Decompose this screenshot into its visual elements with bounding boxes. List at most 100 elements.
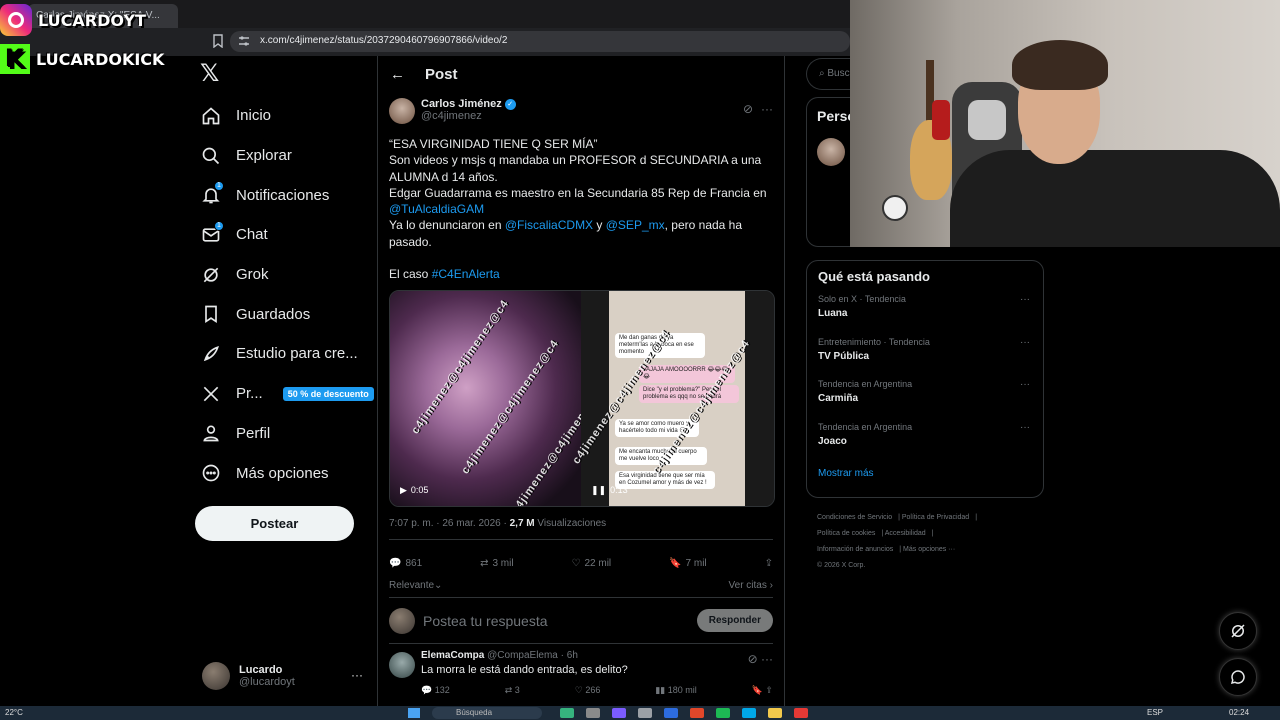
- nav-item-notificaciones[interactable]: 1 Notificaciones: [200, 175, 376, 215]
- bookmark-icon[interactable]: [212, 34, 224, 48]
- bookmark-icon: 🔖: [751, 685, 763, 696]
- repost-icon: ⇄: [480, 557, 489, 569]
- more-icon[interactable]: ···: [1020, 422, 1030, 433]
- footer-link[interactable]: Información de anuncios: [817, 546, 893, 553]
- nav-label: Estudio para cre...: [236, 345, 358, 363]
- grok-icon[interactable]: ⊘: [748, 652, 758, 666]
- nav-item-explorar[interactable]: Explorar: [200, 136, 376, 176]
- reply-tweet[interactable]: ElemaCompa @CompaElema · 6h ⊘ ··· La mor…: [389, 644, 773, 702]
- reply-submit-button[interactable]: Responder: [696, 609, 773, 633]
- repost-button[interactable]: ⇄ 3 mil: [480, 558, 514, 569]
- tweet-actions: ⊘ ···: [743, 102, 773, 116]
- pause-icon[interactable]: ❚❚: [591, 485, 606, 496]
- reply-repost-button[interactable]: ⇄ 3: [505, 685, 520, 696]
- like-button[interactable]: ♡ 22 mil: [572, 558, 612, 569]
- repost-count: 3 mil: [492, 557, 514, 569]
- messages-fab-button[interactable]: [1219, 658, 1257, 696]
- app-icon[interactable]: [586, 708, 600, 718]
- windows-start-icon[interactable]: [408, 708, 420, 718]
- brave-icon[interactable]: [690, 708, 704, 718]
- reply-like-button[interactable]: ♡ 266: [575, 685, 601, 696]
- nav-item-inicio[interactable]: Inicio: [200, 96, 376, 136]
- app-icon[interactable]: [560, 708, 574, 718]
- app-icon[interactable]: [638, 708, 652, 718]
- grok-fab-button[interactable]: [1219, 612, 1257, 650]
- bookmark-button[interactable]: 🔖 7 mil: [669, 558, 707, 569]
- post-button[interactable]: Postear: [195, 506, 354, 541]
- nav-item-grok[interactable]: Grok: [200, 255, 376, 295]
- taskbar: 22°C Búsqueda ESP 02:24: [0, 706, 1280, 720]
- nav-item-premium[interactable]: Pr... 50 % de descuento: [200, 374, 376, 414]
- reply-bookmark-button[interactable]: 🔖 ⇪: [752, 685, 773, 696]
- reply-count: 132: [434, 685, 450, 696]
- home-icon: [200, 105, 222, 127]
- tweet-text: “ESA VIRGINIDAD TIENE Q SER MÍA” Son vid…: [389, 136, 773, 282]
- back-arrow-icon[interactable]: ←: [390, 66, 405, 83]
- reply-reply-button[interactable]: 💬 132: [421, 685, 450, 696]
- reply-author-name[interactable]: ElemaCompa: [421, 650, 484, 661]
- mention-link[interactable]: @SEP_mx: [606, 218, 665, 232]
- mention-link[interactable]: @TuAlcaldiaGAM: [389, 202, 484, 216]
- nav-item-mas-opciones[interactable]: Más opciones: [200, 453, 376, 493]
- app-icon[interactable]: [794, 708, 808, 718]
- trend-item[interactable]: Solo en X · Tendencia Luana ···: [818, 294, 1032, 337]
- trend-item[interactable]: Entretenimiento · Tendencia TV Pública ·…: [818, 337, 1032, 380]
- app-icon[interactable]: [742, 708, 756, 718]
- nav-item-estudio[interactable]: Estudio para cre...: [200, 334, 376, 374]
- site-settings-icon[interactable]: [238, 35, 250, 47]
- grok-icon[interactable]: ⊘: [743, 102, 753, 116]
- video-controls: ❚❚ 0:13: [591, 485, 628, 496]
- video-2[interactable]: Me dan ganas de ya meterm'las a la boca …: [570, 291, 774, 507]
- play-icon[interactable]: ▶: [400, 485, 407, 496]
- reply-button[interactable]: 💬 861: [389, 558, 422, 569]
- view-quotes-link[interactable]: Ver citas ›: [729, 580, 773, 597]
- footer-link[interactable]: Condiciones de Servicio: [817, 514, 892, 521]
- avatar[interactable]: [817, 138, 845, 166]
- address-bar[interactable]: x.com/c4jimenez/status/20372904607969078…: [230, 31, 850, 52]
- tweet-timestamp[interactable]: 7:07 p. m. · 26 mar. 2026 ·: [389, 518, 510, 529]
- reply-avatar[interactable]: [389, 652, 415, 679]
- more-icon[interactable]: ···: [1020, 379, 1030, 390]
- more-icon[interactable]: ···: [761, 102, 773, 116]
- nav-label: Más opciones: [236, 464, 329, 482]
- reply-views[interactable]: ▮▮ 180 mil: [655, 685, 696, 696]
- more-icon[interactable]: ···: [1020, 294, 1030, 305]
- show-more-link[interactable]: Mostrar más: [818, 468, 1032, 479]
- clock[interactable]: 02:24: [1229, 708, 1249, 717]
- app-icon[interactable]: [664, 708, 678, 718]
- footer-link[interactable]: Accesibilidad: [885, 530, 926, 537]
- nav-item-guardados[interactable]: Guardados: [200, 294, 376, 334]
- share-icon[interactable]: ⇪: [765, 685, 773, 695]
- x-logo-icon[interactable]: 𝕏: [200, 62, 224, 86]
- spotify-icon[interactable]: [716, 708, 730, 718]
- more-icon[interactable]: ···: [351, 668, 363, 682]
- weather-widget[interactable]: 22°C: [5, 708, 23, 717]
- account-switcher[interactable]: Lucardo @lucardoyt ···: [202, 656, 367, 696]
- mention-link[interactable]: @FiscaliaCDMX: [505, 218, 593, 232]
- author-name-row[interactable]: Carlos Jiménez ✓: [421, 98, 516, 110]
- more-icon[interactable]: ···: [761, 652, 773, 666]
- hashtag-link[interactable]: #C4EnAlerta: [432, 267, 500, 281]
- author-avatar[interactable]: [389, 98, 415, 124]
- trend-title: Luana: [818, 308, 848, 319]
- sort-dropdown[interactable]: Relevante⌄: [389, 580, 442, 597]
- footer-link[interactable]: Política de Privacidad: [902, 514, 969, 521]
- more-icon[interactable]: ···: [1020, 337, 1030, 348]
- trend-item[interactable]: Tendencia en Argentina Carmiña ···: [818, 379, 1032, 422]
- nav-item-perfil[interactable]: Perfil: [200, 414, 376, 454]
- reply-icon: 💬: [421, 685, 433, 696]
- language-indicator[interactable]: ESP: [1147, 708, 1163, 717]
- nav-item-chat[interactable]: 1 Chat: [200, 215, 376, 255]
- tweet-line: Edgar Guadarrama es maestro en la Secund…: [389, 185, 767, 200]
- footer-link[interactable]: Más opciones ···: [903, 546, 955, 553]
- app-icon[interactable]: [612, 708, 626, 718]
- folder-icon[interactable]: [768, 708, 782, 718]
- taskbar-search[interactable]: Búsqueda: [432, 707, 542, 719]
- video-1[interactable]: c4jimenez@c4jimenez@c4 c4jimenez@c4jimen…: [390, 291, 611, 507]
- trend-item[interactable]: Tendencia en Argentina Joaco ···: [818, 422, 1032, 465]
- tweet-text-fragment: y: [593, 218, 606, 233]
- reply-input[interactable]: Postea tu respuesta: [423, 613, 548, 629]
- share-button[interactable]: ⇪: [765, 558, 773, 569]
- instagram-overlay: LUCARDOYT: [0, 4, 146, 36]
- footer-link[interactable]: Política de cookies: [817, 530, 875, 537]
